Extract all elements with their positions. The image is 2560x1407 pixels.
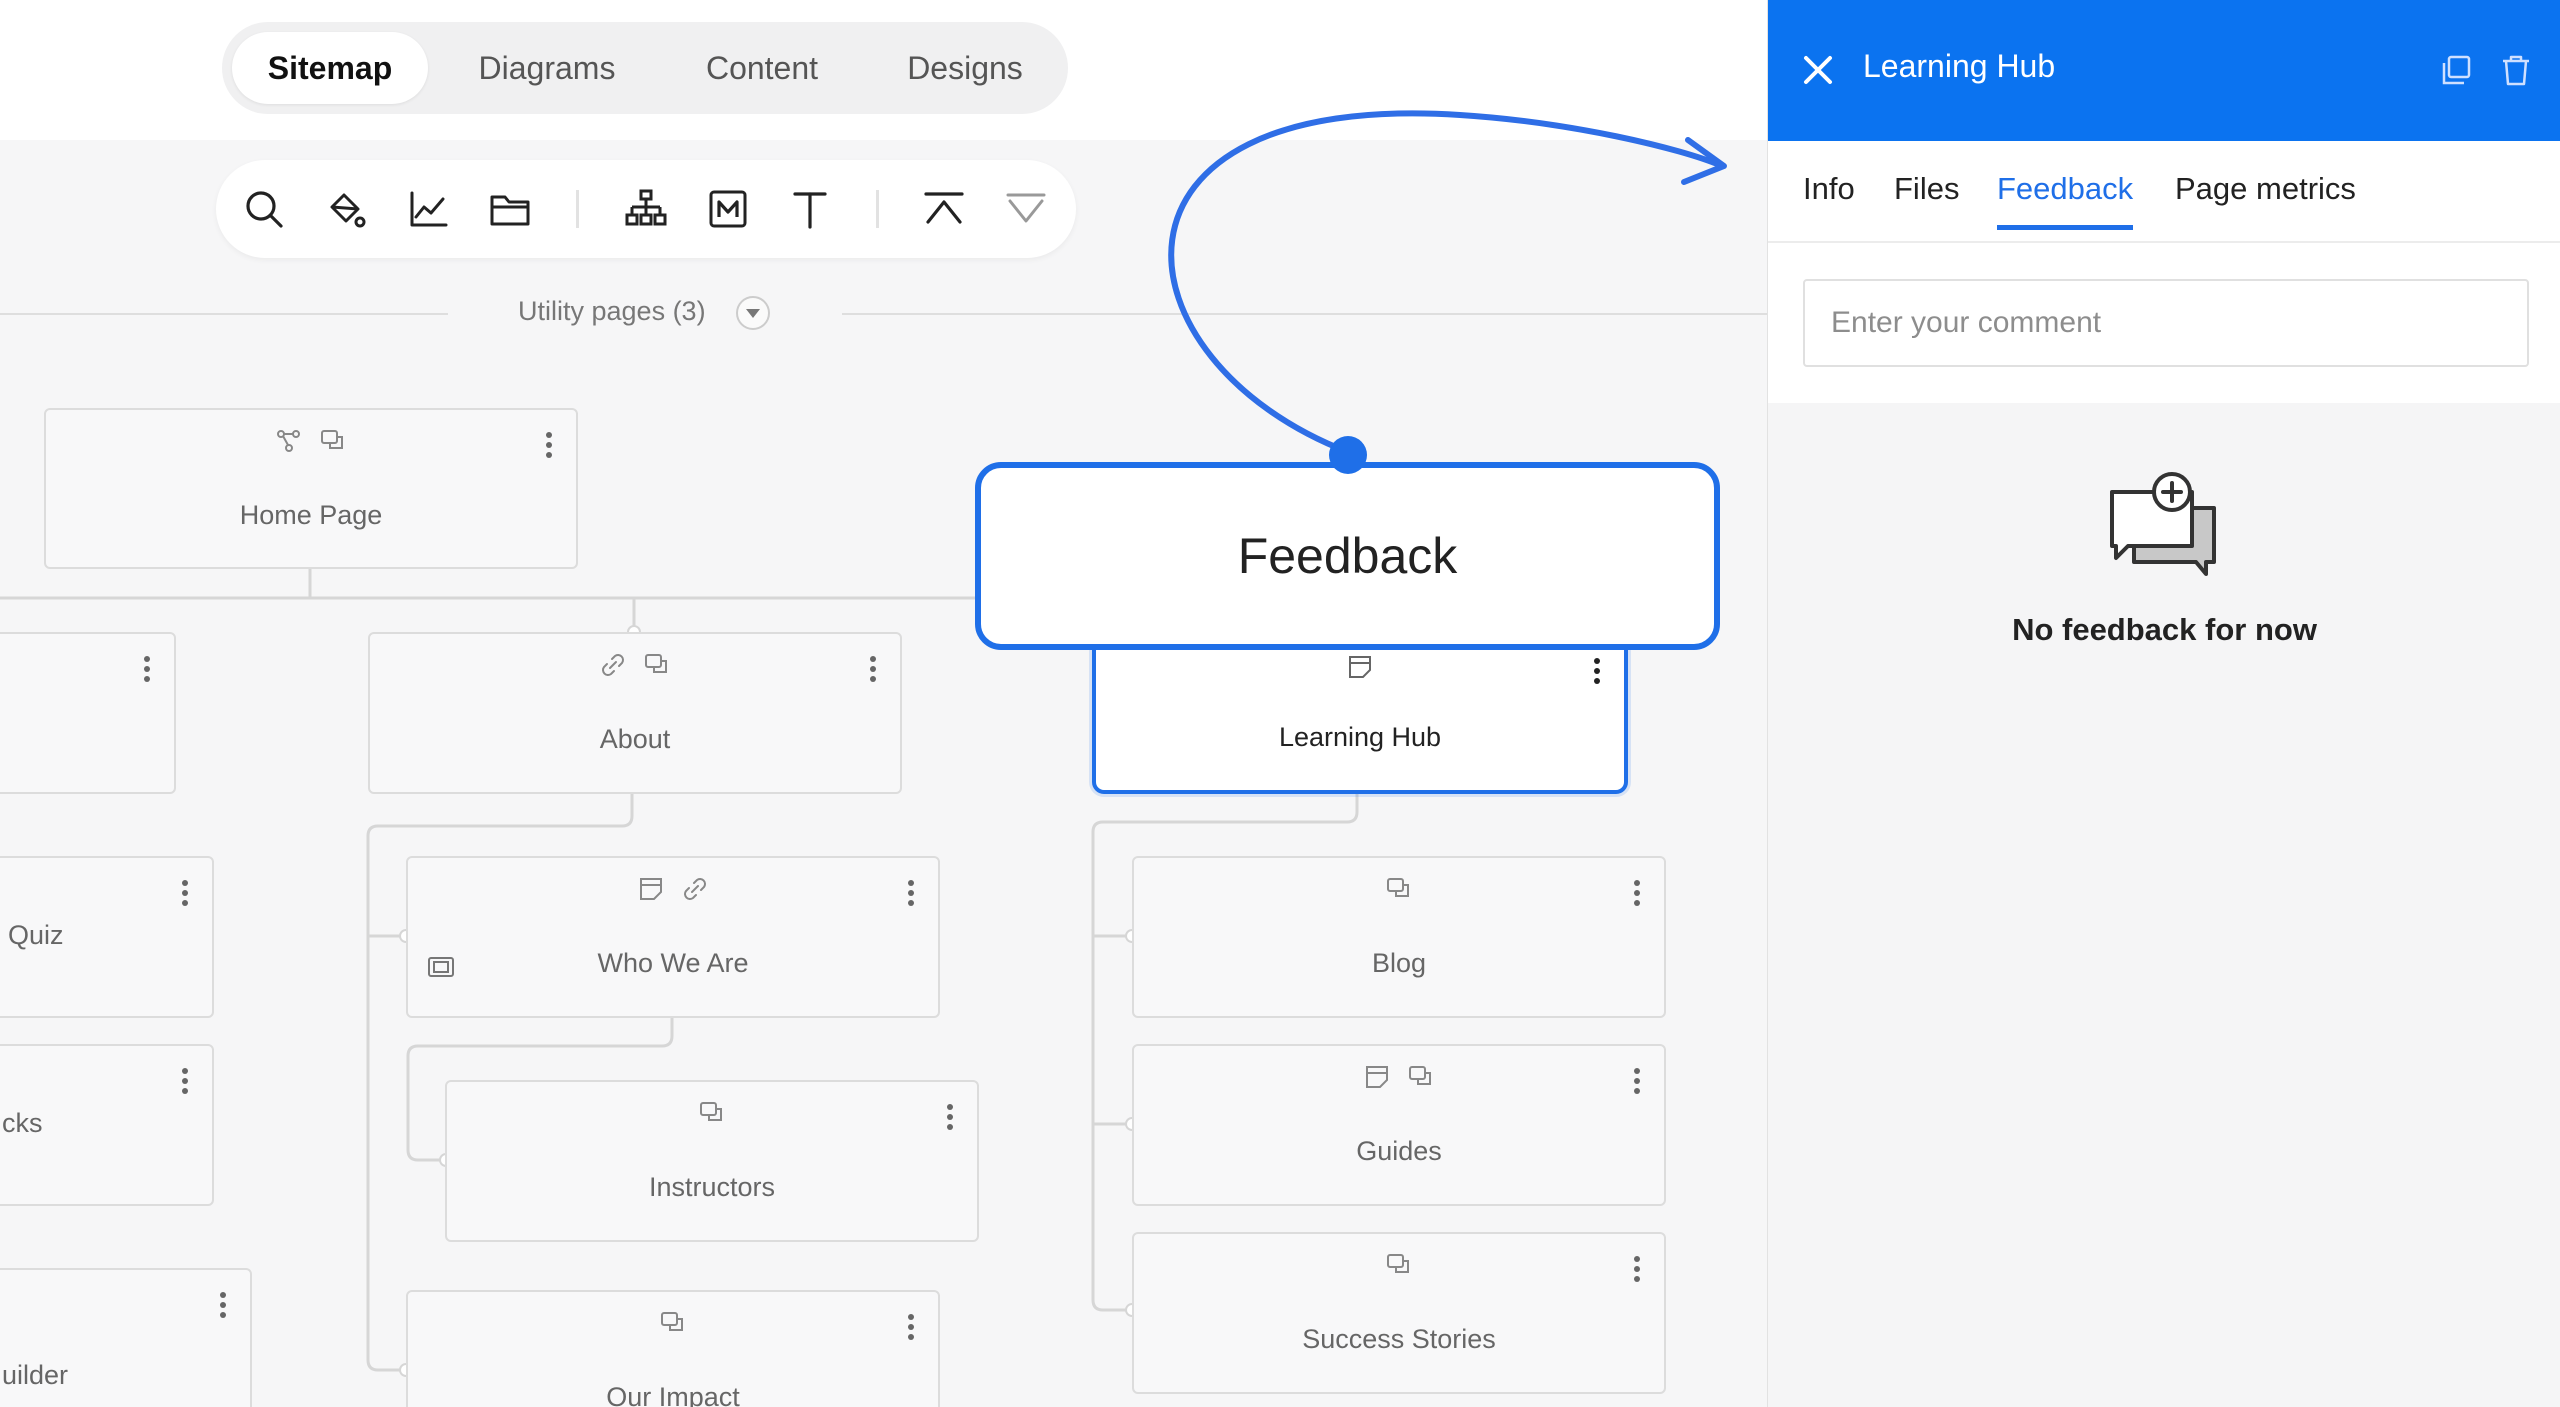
node-menu-icon[interactable] — [1632, 1068, 1642, 1100]
node-label: Learning Hub — [1278, 722, 1442, 752]
node-home-page[interactable]: Home Page — [44, 408, 578, 569]
node-label: cks — [2, 1108, 43, 1138]
panel-tabs: Info Files Feedback Page metrics — [1768, 141, 2560, 243]
node-blog[interactable]: Blog — [1132, 856, 1666, 1018]
node-menu-icon[interactable] — [544, 432, 554, 464]
node-menu-icon[interactable] — [218, 1292, 228, 1324]
node-menu-icon[interactable] — [906, 1314, 916, 1346]
comment-area — [1768, 243, 2560, 403]
node-label: Blog — [1371, 948, 1427, 978]
node-label: About — [599, 724, 671, 754]
comments-icon — [645, 654, 668, 673]
link-icon — [684, 878, 707, 900]
node-label: Home Page — [239, 500, 383, 530]
panel-title: Learning Hub — [1863, 48, 2056, 84]
node-label: Our Impact — [606, 1382, 740, 1407]
page-detail-panel: Learning Hub Info Files Feedback Page me… — [1767, 0, 2560, 1407]
panel-header: Learning Hub — [1768, 0, 2560, 141]
no-feedback-icon — [2110, 472, 2216, 576]
node-guides[interactable]: Guides — [1132, 1044, 1666, 1206]
node-menu-icon[interactable] — [868, 656, 878, 688]
trash-icon[interactable] — [2498, 52, 2534, 88]
node-about[interactable]: About — [368, 632, 902, 794]
node-learning-hub[interactable]: Learning Hub — [1092, 630, 1628, 794]
note-icon — [1349, 656, 1371, 678]
comments-icon — [321, 430, 344, 449]
comments-icon — [700, 1102, 722, 1121]
node-menu-icon[interactable] — [180, 880, 190, 912]
node-label: Guides — [1356, 1136, 1442, 1166]
node-menu-icon[interactable] — [142, 656, 152, 688]
node-partial-builder[interactable]: uilder — [0, 1268, 252, 1407]
node-menu-icon[interactable] — [1632, 880, 1642, 912]
node-label: Who We Are — [597, 948, 749, 978]
node-partial-cks[interactable]: cks — [0, 1044, 214, 1206]
feedback-callout: Feedback — [975, 462, 1720, 650]
comments-icon — [1387, 878, 1409, 897]
node-label: Quiz — [8, 920, 64, 950]
duplicate-icon[interactable] — [2438, 52, 2474, 88]
node-who-we-are[interactable]: Who We Are — [406, 856, 940, 1018]
note-icon — [1365, 1066, 1388, 1088]
node-menu-icon[interactable] — [1632, 1256, 1642, 1288]
node-quiz[interactable]: Quiz — [0, 856, 214, 1018]
node-partial[interactable] — [0, 632, 176, 794]
node-success-stories[interactable]: Success Stories — [1132, 1232, 1666, 1394]
link-icon — [601, 654, 624, 676]
sitemap-canvas[interactable]: Sitemap Diagrams Content Designs Utility… — [0, 0, 1767, 1407]
tab-files[interactable]: Files — [1894, 171, 1959, 225]
comment-input[interactable] — [1803, 279, 2529, 367]
workflow-icon — [276, 430, 300, 452]
node-label: Success Stories — [1302, 1324, 1496, 1354]
comments-icon — [1409, 1066, 1432, 1085]
node-label: uilder — [2, 1360, 69, 1390]
tab-feedback[interactable]: Feedback — [1997, 171, 2134, 230]
node-menu-icon[interactable] — [180, 1068, 190, 1100]
node-our-impact[interactable]: Our Impact — [406, 1290, 940, 1407]
node-instructors[interactable]: Instructors — [445, 1080, 979, 1242]
tab-info[interactable]: Info — [1803, 171, 1855, 225]
empty-state-message: No feedback for now — [2012, 612, 2317, 647]
note-icon — [639, 878, 662, 900]
comments-icon — [661, 1312, 683, 1331]
comments-icon — [1387, 1254, 1409, 1273]
node-menu-icon[interactable] — [945, 1104, 955, 1136]
tab-page-metrics[interactable]: Page metrics — [2175, 171, 2356, 225]
node-menu-icon[interactable] — [906, 880, 916, 912]
node-label: Instructors — [648, 1172, 776, 1202]
node-menu-icon[interactable] — [1592, 658, 1602, 690]
close-icon[interactable] — [1798, 50, 1838, 90]
